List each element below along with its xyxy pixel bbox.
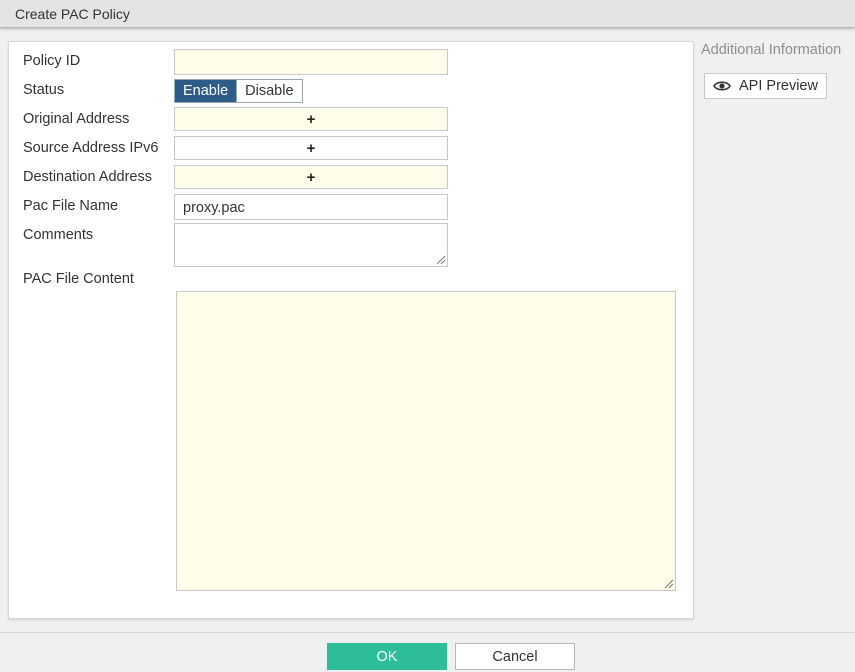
api-preview-button[interactable]: API Preview — [704, 73, 827, 99]
source-address-ipv6-label: Source Address IPv6 — [23, 140, 159, 156]
pac-file-content-label: PAC File Content — [23, 271, 134, 287]
destination-address-label: Destination Address — [23, 169, 152, 185]
source-address-ipv6-field[interactable]: + — [174, 136, 448, 160]
dialog-footer: OK Cancel — [0, 632, 855, 672]
status-label: Status — [23, 82, 65, 98]
comments-label: Comments — [23, 227, 94, 243]
policy-id-input[interactable] — [174, 49, 448, 75]
api-preview-label: API Preview — [739, 78, 818, 94]
status-enable-option[interactable]: Enable — [175, 80, 237, 102]
add-icon: + — [306, 139, 316, 157]
cancel-button[interactable]: Cancel — [455, 643, 575, 670]
eye-icon — [713, 81, 731, 91]
dialog-title: Create PAC Policy — [0, 0, 855, 28]
original-address-label: Original Address — [23, 111, 130, 127]
destination-address-field[interactable]: + — [174, 165, 448, 189]
pac-file-name-label: Pac File Name — [23, 198, 119, 214]
original-address-field[interactable]: + — [174, 107, 448, 131]
add-icon: + — [306, 110, 316, 128]
pac-file-content-textarea[interactable] — [176, 291, 676, 591]
pac-file-name-input[interactable]: proxy.pac — [174, 194, 448, 220]
ok-button[interactable]: OK — [327, 643, 447, 670]
comments-textarea[interactable] — [174, 223, 448, 267]
add-icon: + — [306, 168, 316, 186]
additional-information-heading: Additional Information — [701, 42, 842, 58]
status-disable-option[interactable]: Disable — [236, 80, 302, 102]
form-panel: Policy ID Status Enable Disable Original… — [8, 41, 694, 619]
status-toggle: Enable Disable — [174, 79, 303, 103]
policy-id-label: Policy ID — [23, 53, 81, 69]
resize-handle-icon[interactable] — [434, 253, 446, 265]
resize-handle-icon[interactable] — [662, 577, 674, 589]
